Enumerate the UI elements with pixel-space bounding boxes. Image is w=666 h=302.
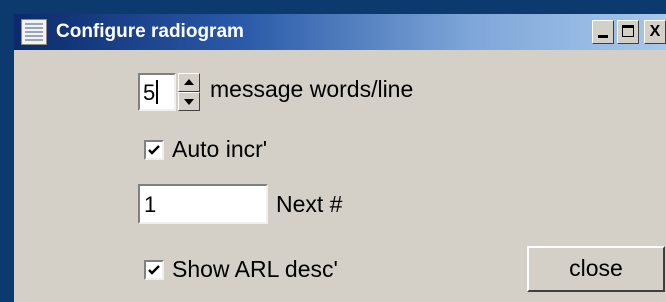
text-caret — [156, 80, 159, 104]
arrow-down-icon[interactable] — [178, 92, 200, 111]
words-per-line-input[interactable]: 5 — [138, 73, 176, 111]
checkmark-icon — [148, 265, 160, 275]
radiogram-app-icon[interactable] — [21, 19, 47, 45]
next-number-input[interactable]: 1 — [138, 184, 268, 224]
show-arl-desc-label[interactable]: Show ARL desc' — [172, 256, 338, 283]
close-window-button[interactable]: X — [644, 20, 666, 44]
title-bar[interactable]: Configure radiogram X — [14, 14, 666, 50]
words-per-line-label: message words/line — [210, 76, 414, 102]
dialog-body: 5 message words/line Auto incr' 1 Next #… — [14, 50, 666, 302]
checkmark-icon — [148, 145, 160, 155]
configure-radiogram-window: Configure radiogram X 5 message words/li… — [0, 0, 666, 302]
minimize-button[interactable] — [592, 20, 614, 44]
maximize-button[interactable] — [617, 20, 639, 44]
words-per-line-spinner — [178, 73, 200, 111]
arrow-up-icon[interactable] — [178, 73, 200, 92]
words-per-line-value: 5 — [143, 80, 156, 105]
window-title: Configure radiogram — [56, 21, 244, 42]
close-button[interactable]: close — [527, 246, 665, 292]
next-number-label: Next # — [276, 191, 343, 217]
auto-incr-label[interactable]: Auto incr' — [172, 136, 267, 163]
show-arl-desc-checkbox[interactable] — [144, 260, 164, 280]
auto-incr-checkbox[interactable] — [144, 140, 164, 160]
